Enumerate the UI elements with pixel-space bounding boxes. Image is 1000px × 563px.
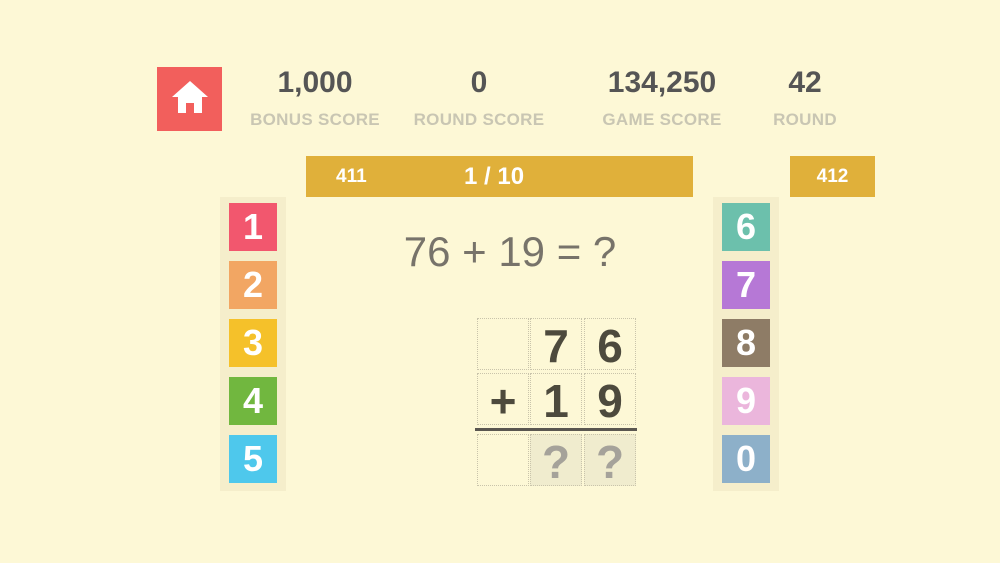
- key-8[interactable]: 8: [722, 319, 770, 367]
- grid-cell-r2c2: 1: [530, 373, 582, 427]
- question-progress: 1 / 10: [464, 163, 525, 190]
- bonus-score-value: 1,000: [277, 66, 353, 99]
- equation-text: 76 + 19 = ?: [403, 228, 617, 275]
- sum-line: [475, 428, 637, 431]
- next-round-number: 412: [816, 166, 849, 187]
- round-value: 42: [788, 66, 822, 99]
- game-score: 134,250 GAME SCORE: [592, 64, 732, 130]
- home-icon: [170, 77, 210, 122]
- home-button[interactable]: [157, 67, 222, 131]
- bonus-score: 1,000 BONUS SCORE: [245, 64, 385, 130]
- grid-cell-operator: +: [477, 373, 529, 427]
- answer-cell-tens[interactable]: ?: [530, 434, 582, 488]
- grid-cell-r1c3: 6: [584, 318, 636, 372]
- grid-cell-r2c3: 9: [584, 373, 636, 427]
- grid-cell-r1c2: 7: [530, 318, 582, 372]
- next-round-bar: 412: [790, 156, 875, 197]
- key-5[interactable]: 5: [229, 435, 277, 483]
- round-score: 0 ROUND SCORE: [409, 64, 549, 130]
- key-6[interactable]: 6: [722, 203, 770, 251]
- key-4[interactable]: 4: [229, 377, 277, 425]
- grid-cell-r1c1: [477, 318, 529, 370]
- answer-cell-hundreds: [477, 434, 529, 486]
- game-score-label: GAME SCORE: [602, 110, 722, 129]
- round: 42 ROUND: [755, 64, 855, 130]
- round-label: ROUND: [773, 110, 837, 129]
- answer-cell-ones[interactable]: ?: [584, 434, 636, 488]
- keypad-left: 1 2 3 4 5: [220, 197, 286, 491]
- keypad-right: 6 7 8 9 0: [713, 197, 779, 491]
- bonus-score-label: BONUS SCORE: [250, 110, 380, 129]
- key-3[interactable]: 3: [229, 319, 277, 367]
- key-2[interactable]: 2: [229, 261, 277, 309]
- key-1[interactable]: 1: [229, 203, 277, 251]
- game-score-value: 134,250: [607, 66, 717, 99]
- previous-round-number: 411: [336, 166, 367, 187]
- round-score-label: ROUND SCORE: [413, 110, 545, 129]
- key-0[interactable]: 0: [722, 435, 770, 483]
- round-progress-bar: 411 1 / 10: [306, 156, 693, 197]
- key-9[interactable]: 9: [722, 377, 770, 425]
- key-7[interactable]: 7: [722, 261, 770, 309]
- round-score-value: 0: [470, 66, 488, 99]
